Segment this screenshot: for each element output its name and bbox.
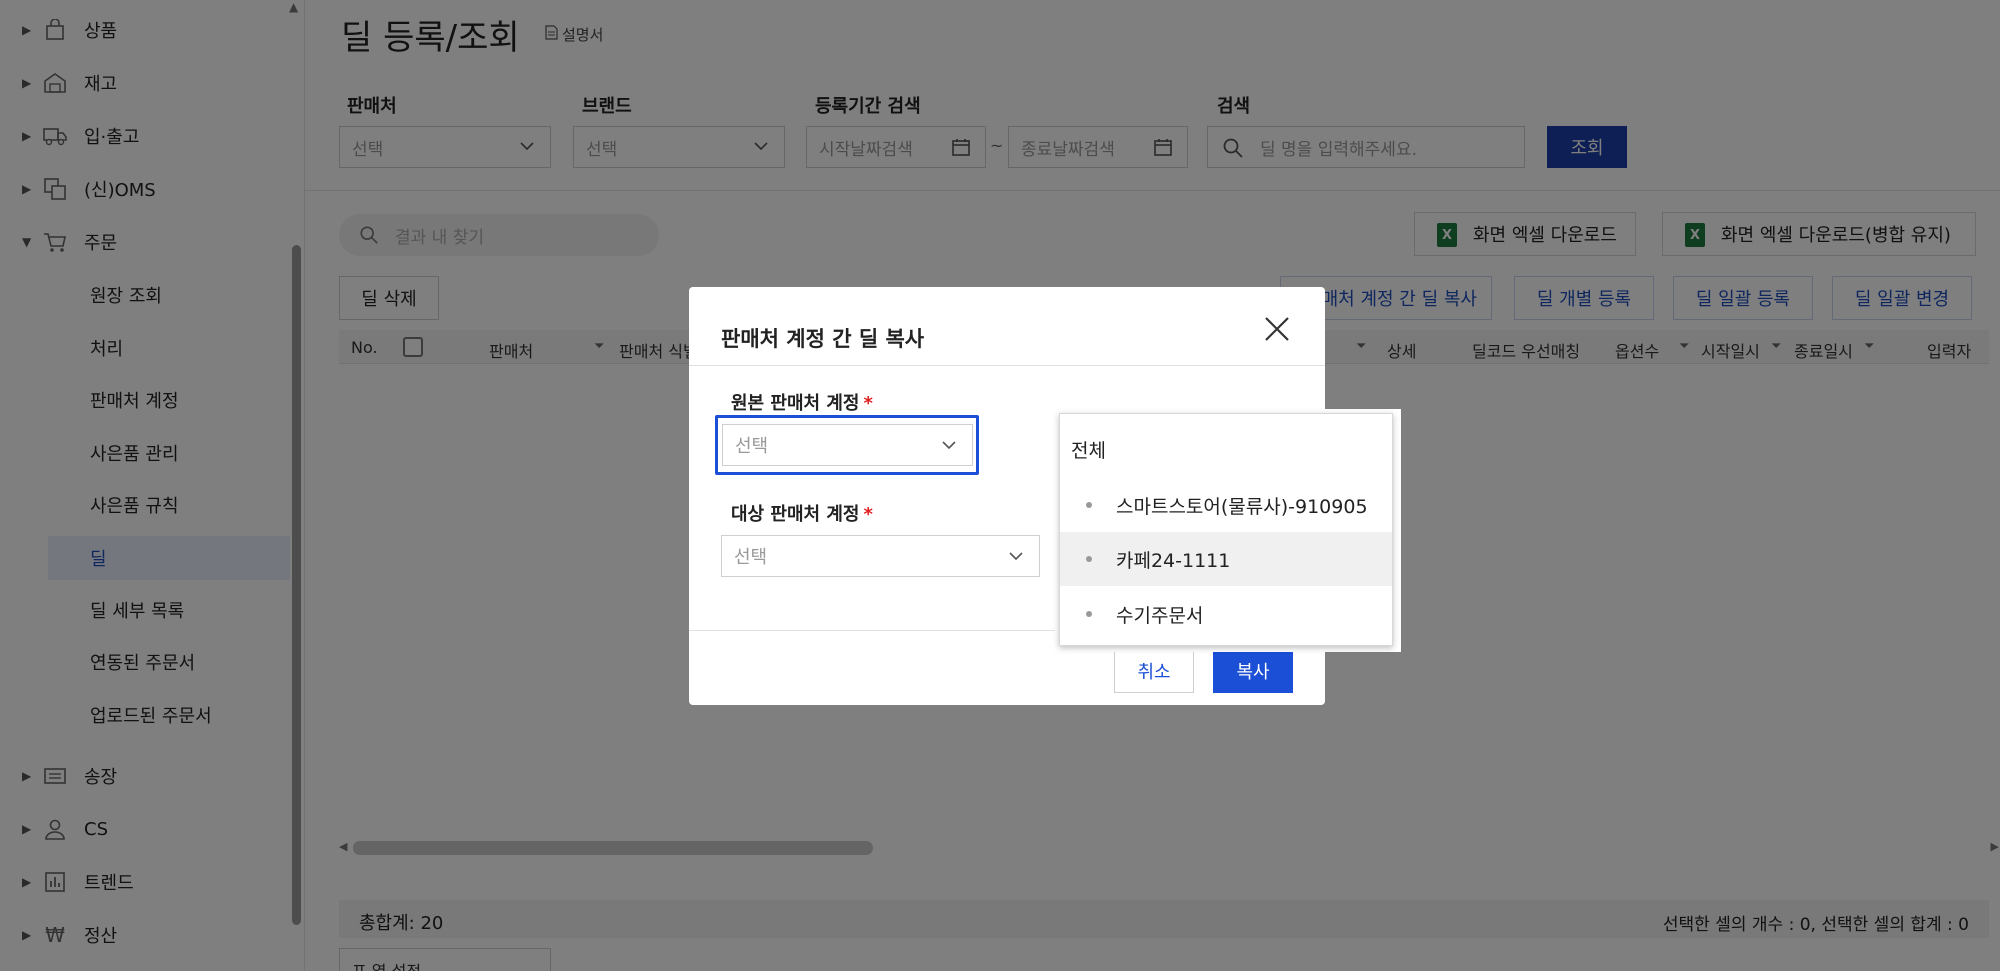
close-icon[interactable] <box>1257 309 1297 349</box>
copy-button[interactable]: 복사 <box>1213 649 1293 693</box>
dropdown-group-all[interactable]: 전체 <box>1071 436 1106 463</box>
dropdown-option-label: 스마트스토어(물류사)-910905 <box>1116 495 1368 518</box>
bullet-icon <box>1086 502 1092 508</box>
bullet-icon <box>1086 611 1092 617</box>
source-account-label-text: 원본 판매처 계정 <box>731 393 860 414</box>
source-account-select[interactable]: 선택 <box>722 424 973 466</box>
bullet-icon <box>1086 556 1092 562</box>
target-account-select[interactable]: 선택 <box>721 535 1040 577</box>
required-mark: * <box>863 393 873 414</box>
source-account-value: 선택 <box>735 436 769 457</box>
dropdown-option[interactable]: 수기주문서 <box>1060 587 1392 641</box>
source-account-label: 원본 판매처 계정 * <box>731 389 873 415</box>
dropdown-option[interactable]: 스마트스토어(물류사)-910905 <box>1060 478 1392 532</box>
target-account-value: 선택 <box>734 547 768 568</box>
source-account-dropdown: 전체 스마트스토어(물류사)-910905 카페24-1111 수기주문서 <box>1059 413 1393 646</box>
modal-title: 판매처 계정 간 딜 복사 <box>721 327 925 351</box>
chevron-down-icon <box>940 436 958 459</box>
target-account-label: 대상 판매처 계정 * <box>731 500 873 526</box>
dropdown-option[interactable]: 카페24-1111 <box>1060 532 1392 586</box>
chevron-down-icon <box>1007 547 1025 570</box>
dropdown-option-label: 카페24-1111 <box>1116 549 1231 572</box>
divider <box>689 365 1325 366</box>
cancel-button[interactable]: 취소 <box>1114 649 1194 693</box>
target-account-label-text: 대상 판매처 계정 <box>731 504 860 525</box>
required-mark: * <box>863 504 873 525</box>
dropdown-option-label: 수기주문서 <box>1116 604 1204 627</box>
